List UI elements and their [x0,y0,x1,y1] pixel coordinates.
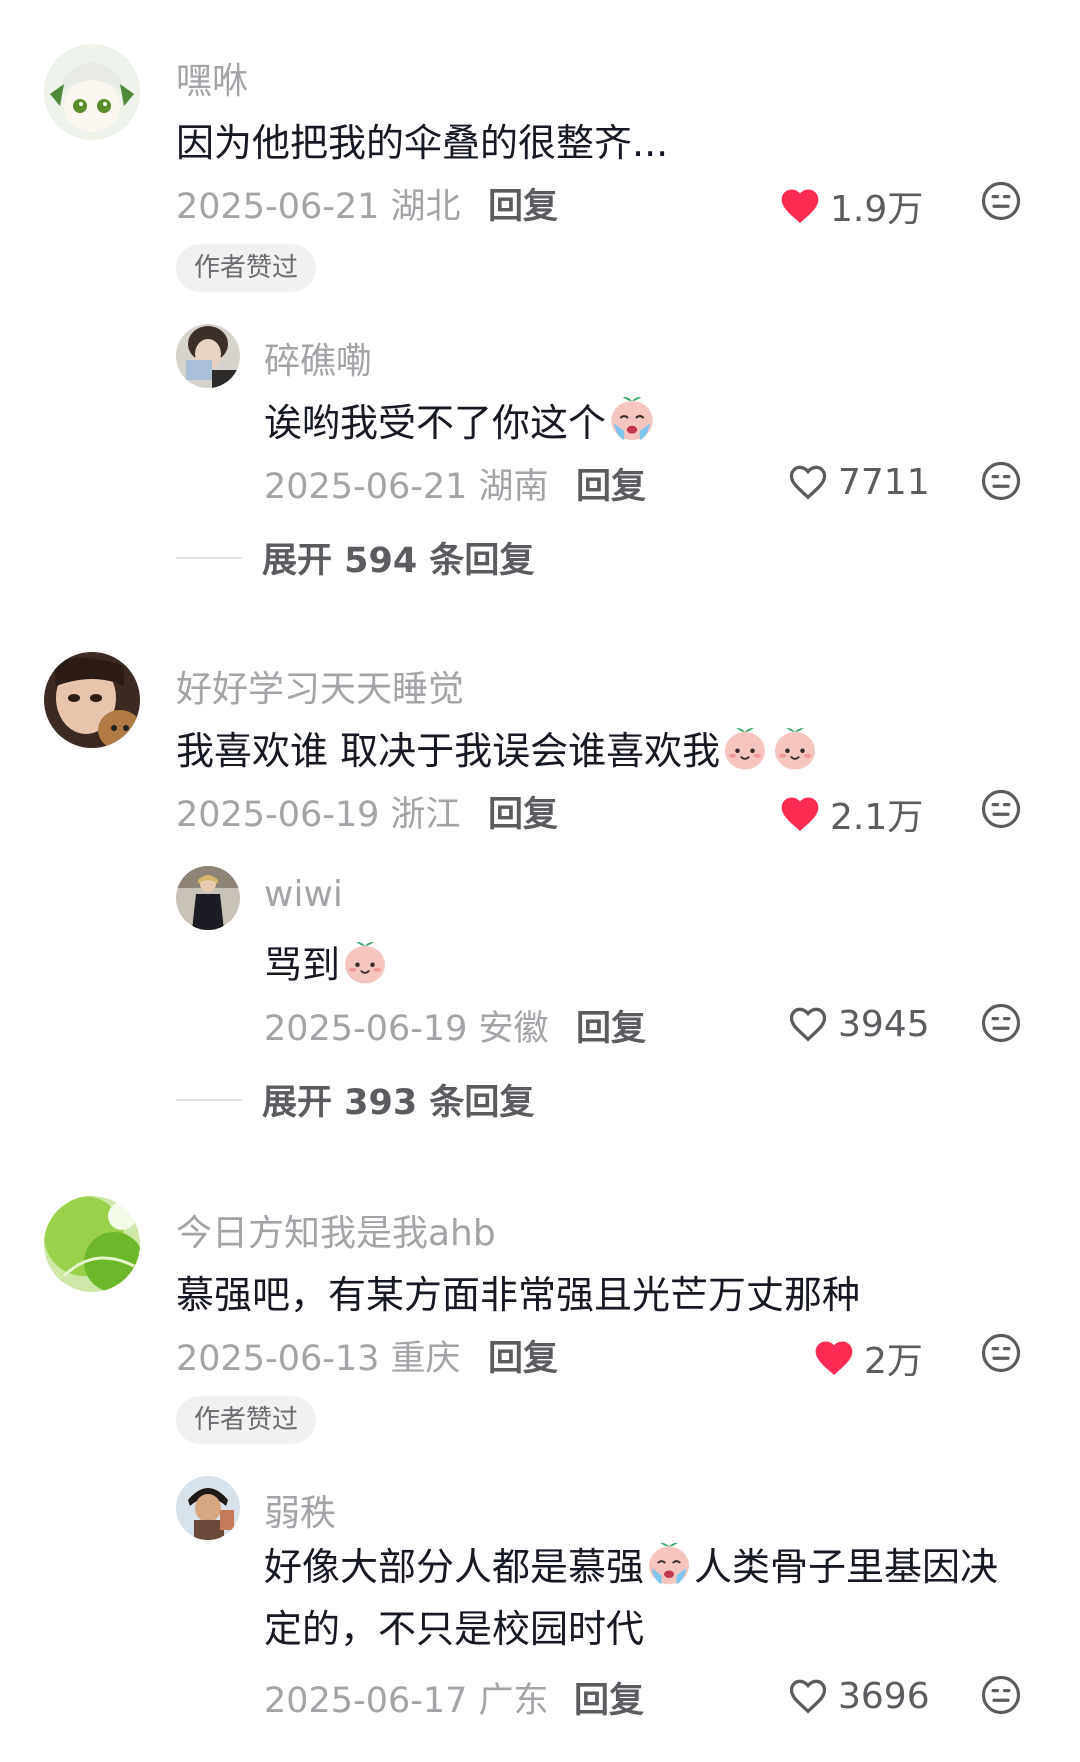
dislike-icon[interactable] [980,460,1022,502]
heart-outline-icon [786,1674,830,1718]
expand-replies-button[interactable]: 展开 393 条回复 [176,1074,534,1125]
peach-face-emoji [340,936,390,986]
reply-text-row[interactable]: 诶哟我受不了你这个 [264,392,658,447]
comment-username[interactable]: 今日方知我是我ahb [176,1204,496,1256]
comment-date: 2025-06-13 [176,1339,380,1379]
expand-replies-label: 展开 393 条回复 [262,1083,535,1123]
comment-username[interactable]: 嘿咻 [176,52,248,104]
like-button[interactable]: 3945 [786,1002,930,1046]
like-count: 1.9万 [830,189,924,230]
dislike-icon[interactable] [980,180,1022,222]
divider [176,556,242,559]
expand-replies-button[interactable]: 展开 594 条回复 [176,532,534,583]
reply-text: 诶哟我受不了你这个 [264,401,607,445]
like-button[interactable]: 7711 [786,460,930,504]
dislike-icon[interactable] [980,788,1022,830]
reply-text-row[interactable]: 好像大部分人都是慕强 人类骨子里基因决定的，不只是校园时代 [264,1536,1024,1660]
comment-location: 湖北 [390,187,461,227]
dislike-icon[interactable] [980,1674,1022,1716]
dislike-icon[interactable] [980,1002,1022,1044]
reply-button[interactable]: 回复 [574,1672,644,1723]
peach-face-emoji [720,722,770,772]
heart-filled-icon [812,1336,856,1380]
heart-outline-icon [786,460,830,504]
reply-button[interactable]: 回复 [576,458,646,509]
comment-text[interactable]: 慕强吧，有某方面非常强且光芒万丈那种 [176,1264,860,1319]
reply-button[interactable]: 回复 [488,1330,558,1381]
heart-filled-icon [778,792,822,836]
expand-replies-label: 展开 594 条回复 [262,541,535,581]
comment-location: 重庆 [390,1339,461,1379]
reply-button[interactable]: 回复 [488,178,558,229]
crying-emoji [606,392,658,444]
reply-location: 安徽 [478,1009,549,1049]
dislike-icon[interactable] [980,1332,1022,1374]
avatar[interactable] [176,324,240,388]
like-count: 2.1万 [830,797,924,838]
reply-username[interactable]: 弱秩 [264,1484,336,1536]
reply-button[interactable]: 回复 [488,786,558,837]
peach-face-emoji [770,722,820,772]
heart-filled-icon [778,184,822,228]
reply-text-row[interactable]: 骂到 [264,934,390,989]
reply-meta: 2025-06-21 湖南 [264,458,549,509]
like-count: 3696 [838,1675,930,1717]
divider [176,1098,242,1101]
comment-meta: 2025-06-21 湖北 [176,178,461,229]
reply-text: 骂到 [264,943,341,987]
comment-text-row[interactable]: 我喜欢谁 取决于我误会谁喜欢我 [176,720,820,775]
like-button[interactable]: 1.9万 [778,180,923,232]
avatar[interactable] [44,652,140,748]
reply-button[interactable]: 回复 [576,1000,646,1051]
comment-username[interactable]: 好好学习天天睡觉 [176,660,464,712]
crying-peach-emoji [644,1538,694,1588]
comment-text: 我喜欢谁 取决于我误会谁喜欢我 [176,729,721,773]
reply-meta: 2025-06-19 安徽 [264,1000,549,1051]
reply-location: 湖南 [478,467,549,507]
reply-date: 2025-06-21 [264,467,468,507]
like-count: 2万 [864,1341,923,1382]
comment-location: 浙江 [390,795,461,835]
reply-date: 2025-06-19 [264,1009,468,1049]
reply-meta: 2025-06-17 广东 [264,1672,549,1723]
reply-username[interactable]: wiwi [264,874,343,915]
reply-text-part1: 好像大部分人都是慕强 [264,1545,645,1589]
author-liked-badge: 作者赞过 [176,244,317,292]
reply-location: 广东 [478,1681,549,1721]
comment-date: 2025-06-21 [176,187,380,227]
comment-text[interactable]: 因为他把我的伞叠的很整齐... [176,112,668,167]
like-count: 7711 [838,461,930,503]
comment-meta: 2025-06-13 重庆 [176,1330,461,1381]
author-liked-badge: 作者赞过 [176,1396,317,1444]
like-button[interactable]: 3696 [786,1674,930,1718]
like-button[interactable]: 2万 [812,1332,923,1384]
like-button[interactable]: 2.1万 [778,788,923,840]
reply-date: 2025-06-17 [264,1681,468,1721]
comment-date: 2025-06-19 [176,795,380,835]
avatar[interactable] [176,1476,240,1540]
reply-username[interactable]: 碎礁嘞 [264,332,372,384]
heart-outline-icon [786,1002,830,1046]
comment-meta: 2025-06-19 浙江 [176,786,461,837]
like-count: 3945 [838,1003,930,1045]
avatar[interactable] [176,866,240,930]
avatar[interactable] [44,44,140,140]
avatar[interactable] [44,1196,140,1292]
